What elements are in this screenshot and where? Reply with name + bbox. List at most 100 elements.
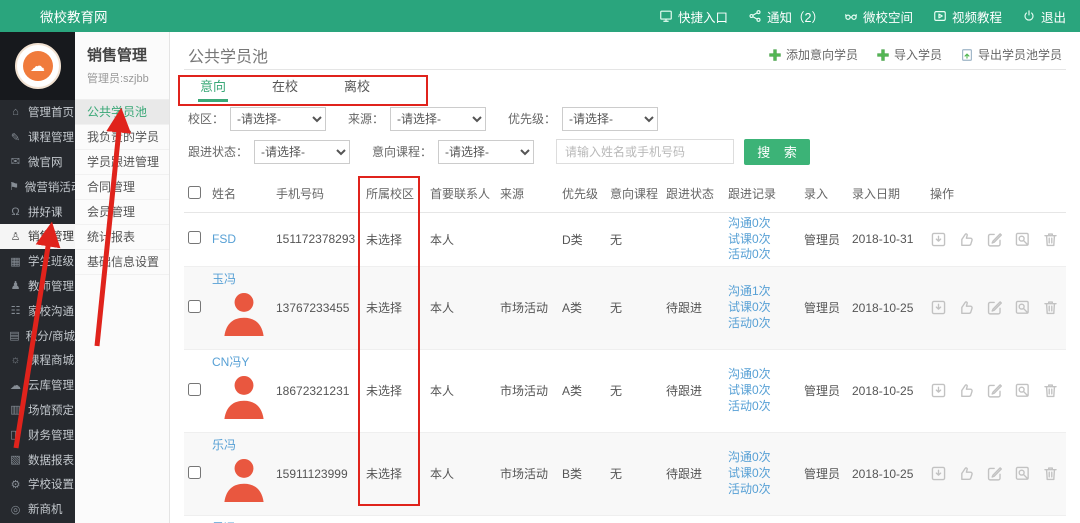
finance-icon: ◫ [10, 429, 21, 442]
sidebar-item-12[interactable]: ▥ 场馆预定 [0, 398, 75, 423]
communication-icon: ☷ [10, 305, 21, 318]
records-cell: 沟通0次试课0次活动0次 [724, 349, 800, 433]
submenu-item-4[interactable]: 会员管理 [75, 200, 169, 225]
column-header-1: 手机号码 [272, 175, 362, 213]
record-link[interactable]: 沟通0次 [728, 216, 796, 232]
venue-icon: ▥ [10, 404, 21, 417]
edit-icon[interactable] [986, 382, 1003, 399]
sidebar-item-9[interactable]: ▤ 积分/商城 [0, 323, 75, 348]
sidebar-item-8[interactable]: ☷ 家校沟通 [0, 298, 75, 323]
sidebar-item-11[interactable]: ☁ 云库管理 [0, 373, 75, 398]
sidebar-item-2[interactable]: ✉ 微官网 [0, 150, 75, 175]
sidebar-item-16[interactable]: ◎ 新商机 [0, 497, 75, 522]
filter-select-0[interactable]: -请选择- [230, 106, 327, 131]
sidebar-item-13[interactable]: ◫ 财务管理 [0, 422, 75, 447]
row-operations [930, 231, 1062, 248]
sidebar-item-1[interactable]: ✎ 课程管理 [0, 125, 75, 150]
toplink-video[interactable]: 视频教程 [933, 7, 1002, 26]
row-checkbox[interactable] [188, 231, 201, 245]
points-icon: ▤ [9, 330, 20, 343]
tab-2[interactable]: 离校 [342, 76, 372, 102]
column-header-2: 所属校区 [362, 175, 426, 213]
tab-1[interactable]: 在校 [270, 76, 300, 102]
filter-select-1[interactable]: -请选择- [438, 139, 535, 164]
thumbup-icon[interactable] [958, 231, 975, 248]
campus-cell: 未选择 [362, 432, 426, 516]
row-checkbox[interactable] [188, 382, 201, 396]
record-link[interactable]: 沟通0次 [728, 367, 796, 383]
search-input[interactable] [556, 139, 735, 164]
search-button[interactable]: 搜 索 [744, 138, 811, 165]
thumbup-icon[interactable] [958, 465, 975, 482]
filter-select-2[interactable]: -请选择- [562, 106, 659, 131]
record-link[interactable]: 试课0次 [728, 300, 796, 316]
sidebar-menu: ⌂ 管理首页 ✎ 课程管理 ✉ 微官网 ⚑ 微营销活动 Ω 拼好课 ♙ 销售管理 ▦ 学生班级 ♟ 教师管理 ☷… [0, 100, 82, 522]
submenu-item-2[interactable]: 学员跟进管理 [75, 150, 169, 175]
sidebar-item-0[interactable]: ⌂ 管理首页 [0, 100, 75, 125]
record-link[interactable]: 活动0次 [728, 399, 796, 415]
filter-select-1[interactable]: -请选择- [390, 106, 487, 131]
download-icon[interactable] [930, 382, 947, 399]
student-name-link[interactable]: CN冯Y [212, 355, 249, 369]
submenu-item-0[interactable]: 公共学员池 [75, 100, 169, 125]
delete-icon[interactable] [1042, 465, 1059, 482]
submenu-item-6[interactable]: 基础信息设置 [75, 250, 169, 275]
edit-icon[interactable] [986, 231, 1003, 248]
tabs: 意向 在校 离校 [184, 70, 1066, 102]
preview-icon[interactable] [1014, 465, 1031, 482]
sidebar-item-7[interactable]: ♟ 教师管理 [0, 274, 75, 299]
record-link[interactable]: 沟通0次 [728, 450, 796, 466]
sidebar-item-3[interactable]: ⚑ 微营销活动 [0, 174, 82, 199]
sidebar-item-6[interactable]: ▦ 学生班级 [0, 249, 75, 274]
toplink-power[interactable]: 退出 [1022, 7, 1066, 26]
thumbup-icon[interactable] [958, 299, 975, 316]
action-1[interactable]: 导入学员 [876, 46, 942, 63]
record-link[interactable]: 试课0次 [728, 232, 796, 248]
thumbup-icon[interactable] [958, 382, 975, 399]
status-cell: 待跟进 [662, 432, 724, 516]
sidebar-item-15[interactable]: ⚙ 学校设置 [0, 472, 75, 497]
preview-icon[interactable] [1014, 299, 1031, 316]
toplink-glasses[interactable]: 微校空间 [844, 7, 913, 26]
toplink-share[interactable]: 通知（2） [748, 7, 824, 26]
sidebar-item-14[interactable]: ▧ 数据报表 [0, 447, 75, 472]
power-icon [1022, 9, 1036, 23]
edit-icon[interactable] [986, 465, 1003, 482]
download-icon[interactable] [930, 231, 947, 248]
download-icon[interactable] [930, 465, 947, 482]
sidebar-item-4[interactable]: Ω 拼好课 [0, 199, 75, 224]
student-name-link[interactable]: 玉冯 [212, 272, 236, 286]
action-2[interactable]: 导出学员池学员 [960, 46, 1062, 63]
student-name-link[interactable]: 乐冯 [212, 438, 236, 452]
delete-icon[interactable] [1042, 382, 1059, 399]
submenu-item-1[interactable]: 我负责的学员 [75, 125, 169, 150]
records-cell: 沟通0次试课0次活动0次 [724, 515, 800, 523]
phone-cell: 13592949230 [272, 515, 362, 523]
toplink-shortcut[interactable]: 快捷入口 [659, 7, 728, 26]
filter-select-0[interactable]: -请选择- [254, 139, 351, 164]
record-link[interactable]: 活动0次 [728, 316, 796, 332]
action-0[interactable]: 添加意向学员 [768, 46, 858, 63]
record-link[interactable]: 试课0次 [728, 466, 796, 482]
delete-icon[interactable] [1042, 299, 1059, 316]
record-link[interactable]: 沟通1次 [728, 284, 796, 300]
edit-icon[interactable] [986, 299, 1003, 316]
record-link[interactable]: 活动0次 [728, 247, 796, 263]
table-row: 黑冯13592949230未选择本人市场活动A类无待跟进沟通0次试课0次活动0次… [184, 515, 1066, 523]
record-link[interactable]: 活动0次 [728, 482, 796, 498]
preview-icon[interactable] [1014, 382, 1031, 399]
sidebar-item-10[interactable]: ☼ 课程商城 [0, 348, 75, 373]
submenu-item-5[interactable]: 统计报表 [75, 225, 169, 250]
preview-icon[interactable] [1014, 231, 1031, 248]
select-all-checkbox[interactable] [188, 185, 201, 199]
tab-0[interactable]: 意向 [198, 76, 229, 102]
submenu-item-3[interactable]: 合同管理 [75, 175, 169, 200]
delete-icon[interactable] [1042, 231, 1059, 248]
sidebar-item-5[interactable]: ♙ 销售管理 [0, 223, 75, 249]
row-checkbox[interactable] [188, 465, 201, 479]
student-name-link[interactable]: FSD [212, 232, 236, 246]
record-link[interactable]: 试课0次 [728, 383, 796, 399]
source-cell: 市场活动 [496, 515, 558, 523]
download-icon[interactable] [930, 299, 947, 316]
row-checkbox[interactable] [188, 299, 201, 313]
